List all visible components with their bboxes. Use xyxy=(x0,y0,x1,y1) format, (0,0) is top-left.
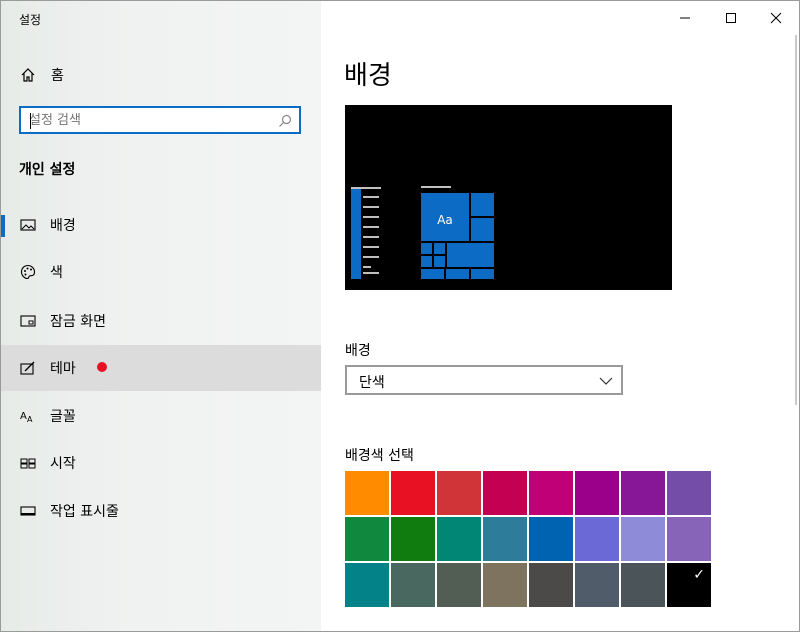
background-type-select[interactable]: 단색 xyxy=(345,365,623,395)
svg-text:A: A xyxy=(20,411,27,422)
sidebar: 설정 홈 개인 설정 배경 색 xyxy=(1,1,321,631)
color-swatch[interactable] xyxy=(529,471,573,515)
color-swatch[interactable] xyxy=(667,517,711,561)
color-swatch[interactable] xyxy=(483,517,527,561)
theme-icon xyxy=(19,359,37,377)
color-swatch[interactable] xyxy=(345,563,389,607)
color-swatch[interactable] xyxy=(483,563,527,607)
search-box[interactable] xyxy=(19,106,301,134)
color-swatch[interactable] xyxy=(621,563,665,607)
palette-icon xyxy=(19,263,37,281)
color-swatch[interactable] xyxy=(437,471,481,515)
scrollbar-thumb[interactable] xyxy=(795,35,797,405)
app-title: 설정 xyxy=(19,13,42,27)
color-swatch[interactable] xyxy=(437,517,481,561)
color-swatch[interactable] xyxy=(621,471,665,515)
color-swatch[interactable] xyxy=(621,517,665,561)
sidebar-item-background[interactable]: 배경 xyxy=(1,202,321,248)
text-cursor xyxy=(30,113,31,129)
scrollbar[interactable] xyxy=(793,35,799,405)
maximize-button[interactable] xyxy=(708,1,754,35)
background-label: 배경 xyxy=(345,343,371,359)
close-icon xyxy=(770,9,782,28)
sidebar-item-label: 글꼴 xyxy=(50,409,76,425)
home-nav-item[interactable]: 홈 xyxy=(19,65,64,85)
sidebar-item-label: 색 xyxy=(50,265,63,281)
color-swatch[interactable] xyxy=(391,517,435,561)
color-swatch[interactable] xyxy=(575,563,619,607)
minimize-button[interactable] xyxy=(662,1,708,35)
sidebar-item-lock-screen[interactable]: 잠금 화면 xyxy=(1,298,321,344)
color-swatch[interactable] xyxy=(483,471,527,515)
taskbar-icon xyxy=(19,502,37,520)
sidebar-item-label: 테마 xyxy=(50,361,76,377)
select-value: 단색 xyxy=(359,375,385,391)
home-label: 홈 xyxy=(51,68,64,84)
color-swatch-grid: ✓ xyxy=(345,471,711,607)
preview-tile-text: Aa xyxy=(437,213,453,227)
sidebar-item-label: 시작 xyxy=(50,456,76,472)
color-swatch[interactable] xyxy=(345,517,389,561)
sidebar-item-label: 배경 xyxy=(50,218,76,234)
page-title: 배경 xyxy=(344,61,392,91)
color-choice-label: 배경색 선택 xyxy=(345,448,414,464)
chevron-down-icon xyxy=(599,374,613,388)
color-swatch[interactable] xyxy=(437,563,481,607)
sidebar-item-theme[interactable]: 테마 xyxy=(1,345,321,391)
color-swatch[interactable] xyxy=(575,471,619,515)
sidebar-item-label: 작업 표시줄 xyxy=(50,504,119,520)
sidebar-item-start[interactable]: 시작 xyxy=(1,440,321,486)
color-swatch[interactable] xyxy=(575,517,619,561)
font-icon: AA xyxy=(19,407,37,425)
color-swatch[interactable] xyxy=(529,517,573,561)
color-swatch[interactable] xyxy=(345,471,389,515)
sidebar-item-label: 잠금 화면 xyxy=(50,314,106,330)
start-menu-preview: Aa xyxy=(351,186,494,279)
checkmark-icon: ✓ xyxy=(693,567,705,583)
svg-text:A: A xyxy=(27,415,33,424)
color-swatch[interactable] xyxy=(529,563,573,607)
sidebar-item-color[interactable]: 색 xyxy=(1,249,321,295)
minimize-icon xyxy=(679,9,691,28)
search-input[interactable] xyxy=(29,111,269,129)
color-swatch[interactable] xyxy=(391,563,435,607)
start-icon xyxy=(19,454,37,472)
lock-screen-icon xyxy=(19,312,37,330)
color-swatch[interactable]: ✓ xyxy=(667,563,711,607)
color-swatch[interactable] xyxy=(667,471,711,515)
color-swatch[interactable] xyxy=(391,471,435,515)
settings-window: 설정 홈 개인 설정 배경 색 xyxy=(0,0,800,632)
notification-badge xyxy=(97,362,107,372)
search-icon[interactable] xyxy=(277,113,293,129)
home-icon xyxy=(19,66,37,84)
maximize-icon xyxy=(725,9,737,28)
section-title: 개인 설정 xyxy=(19,162,76,178)
picture-icon xyxy=(19,216,37,234)
sidebar-item-taskbar[interactable]: 작업 표시줄 xyxy=(1,488,321,534)
sidebar-item-fonts[interactable]: AA 글꼴 xyxy=(1,393,321,439)
desktop-preview: Aa xyxy=(345,105,672,290)
close-button[interactable] xyxy=(753,1,799,35)
